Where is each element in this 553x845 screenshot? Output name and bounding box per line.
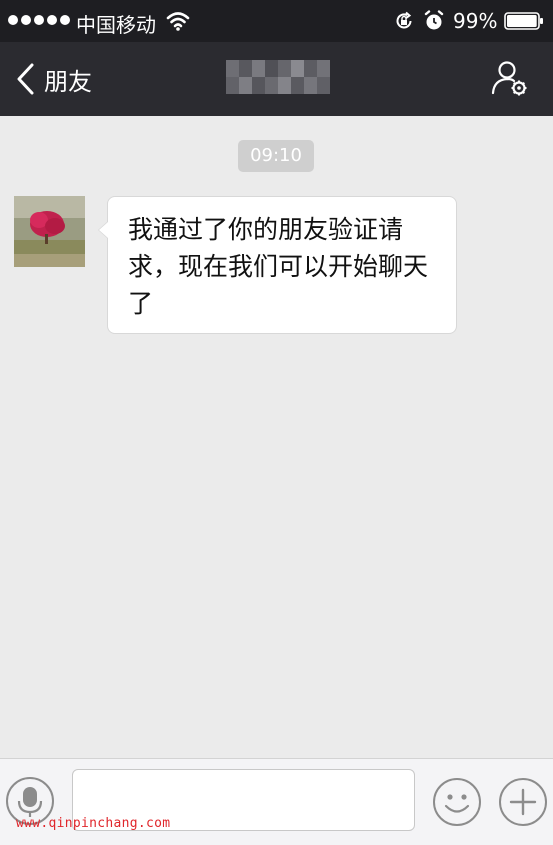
back-button[interactable]: 朋友: [14, 58, 92, 100]
contact-name-obscured: [226, 60, 330, 94]
battery-percentage: 99%: [453, 9, 498, 33]
wifi-icon: [166, 12, 190, 31]
signal-strength-icon: [8, 15, 70, 25]
message-list[interactable]: 09:10 我通过了你的朋友验证请求，现在我们可以开始聊天了: [0, 116, 553, 758]
watermark-text: www.qinpinchang.com: [16, 816, 171, 831]
navigation-bar: 朋友: [0, 42, 553, 116]
emoji-icon[interactable]: [432, 777, 482, 827]
battery-icon: [504, 12, 543, 30]
plus-icon[interactable]: [498, 777, 548, 827]
chat-screen: 中国移动 99% 朋友 09:10 我通过了你的朋友验证请求，现在我们可以开始聊…: [0, 0, 553, 845]
contact-settings-icon[interactable]: [490, 58, 530, 98]
message-timestamp: 09:10: [238, 140, 314, 172]
message-text: 我通过了你的朋友验证请求，现在我们可以开始聊天了: [128, 215, 429, 318]
message-input-bar: [0, 758, 553, 845]
back-button-label: 朋友: [44, 67, 92, 96]
orientation-lock-icon: [396, 11, 412, 29]
message-bubble[interactable]: 我通过了你的朋友验证请求，现在我们可以开始聊天了: [98, 196, 457, 334]
carrier-name: 中国移动: [76, 13, 156, 37]
chevron-left-icon: [17, 63, 34, 95]
status-bar: 中国移动 99%: [0, 0, 553, 42]
alarm-icon: [424, 10, 444, 30]
avatar-image: [14, 196, 85, 267]
contact-avatar[interactable]: [14, 196, 85, 267]
